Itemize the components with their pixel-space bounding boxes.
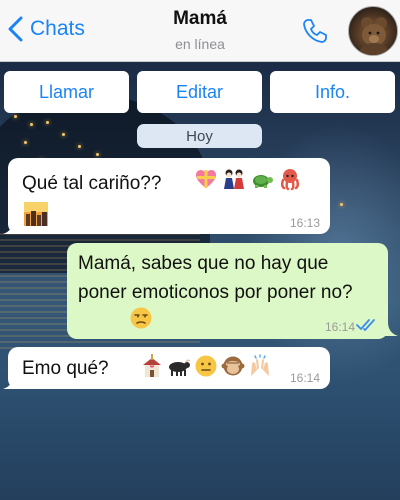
- info-button[interactable]: Info.: [270, 71, 395, 113]
- message-time: 16:14: [324, 320, 355, 334]
- chat-header: Chats Mamá en línea: [0, 0, 400, 62]
- message-outgoing[interactable]: Mamá, sabes que no hay que poner emotico…: [67, 243, 388, 339]
- edit-button[interactable]: Editar: [137, 71, 262, 113]
- message-text: Emo qué?: [22, 358, 109, 379]
- message-text: Qué tal cariño??: [22, 173, 162, 194]
- dolls-emoji: [222, 167, 246, 191]
- ox-emoji: [167, 354, 191, 378]
- gift-heart-emoji: [194, 167, 218, 191]
- sunset-city-emoji: [24, 202, 48, 226]
- contact-actions: Llamar Editar Info.: [0, 71, 400, 113]
- avatar[interactable]: [348, 6, 398, 56]
- raised-hands-emoji: [248, 354, 272, 378]
- turtle-emoji: [250, 167, 274, 191]
- call-button[interactable]: Llamar: [4, 71, 129, 113]
- read-receipt-icon: [356, 319, 375, 331]
- see-no-evil-monkey-emoji: [221, 354, 245, 378]
- contact-status: en línea: [175, 36, 225, 52]
- unamused-face-emoji: [129, 306, 153, 330]
- octopus-emoji: [278, 167, 302, 191]
- contact-name: Mamá: [173, 8, 227, 29]
- emoji-group: [140, 354, 272, 378]
- message-incoming[interactable]: Emo qué? 16:14: [8, 347, 330, 389]
- date-separator: Hoy: [137, 124, 262, 148]
- message-time: 16:14: [289, 371, 320, 385]
- message-time: 16:13: [289, 216, 320, 230]
- wedding-chapel-emoji: [140, 354, 164, 378]
- emoji-group: [194, 167, 302, 191]
- message-incoming[interactable]: Qué tal cariño?? 16:13: [8, 158, 330, 234]
- message-text: Mamá, sabes que no hay que poner emotico…: [78, 253, 353, 303]
- phone-icon[interactable]: [300, 16, 330, 46]
- neutral-face-emoji: [194, 354, 218, 378]
